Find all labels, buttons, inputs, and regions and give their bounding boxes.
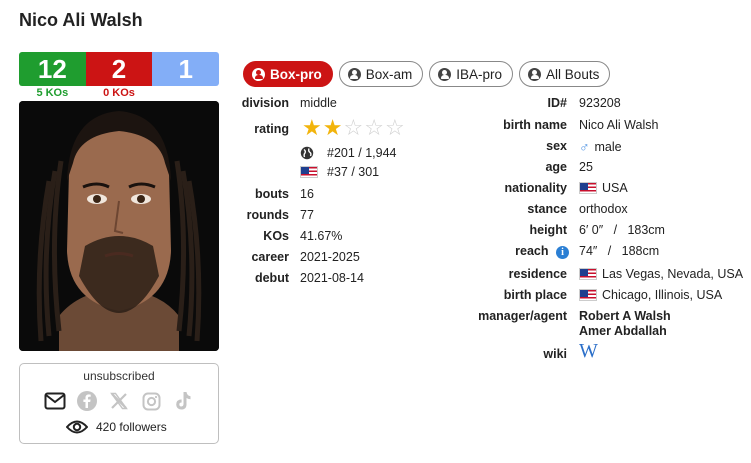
division-value: middle xyxy=(300,96,337,110)
us-flag-icon xyxy=(579,268,597,280)
reach-label: reach i xyxy=(515,244,569,259)
draws-count: 1 xyxy=(152,52,220,86)
tab-label: All Bouts xyxy=(546,66,600,82)
losses-count: 2 xyxy=(85,52,153,86)
birth-place-value: Chicago, Illinois, USA xyxy=(579,288,722,302)
height-label: height xyxy=(529,223,568,237)
birth-place-label: birth place xyxy=(503,288,567,302)
tab-label: Box-am xyxy=(365,66,413,82)
birth-name-label: birth name xyxy=(503,118,567,132)
followers-label: 420 followers xyxy=(96,420,167,434)
record-tabs: Box-pro Box-am IBA-pro All Bouts xyxy=(243,61,611,87)
sex-text: male xyxy=(594,140,622,154)
stance-value: orthodox xyxy=(579,202,628,216)
sex-label: sex xyxy=(546,139,567,153)
wikipedia-icon[interactable]: W xyxy=(579,340,598,363)
reach-value: 74″ / 188cm xyxy=(579,244,660,258)
wins-count: 12 xyxy=(19,52,86,86)
nationality-value: USA xyxy=(579,181,628,195)
star-empty-icon: ☆ xyxy=(364,115,384,140)
division-label: division xyxy=(241,96,289,110)
star-filled-icon: ★ xyxy=(322,115,343,140)
star-empty-icon: ☆ xyxy=(343,115,364,140)
male-icon: ♂ xyxy=(579,139,590,155)
sex-value: ♂ male xyxy=(579,139,622,155)
followers-count[interactable]: 420 followers xyxy=(66,420,167,434)
record-summary: 12 2 1 xyxy=(19,52,220,86)
nationality-label: nationality xyxy=(504,181,567,195)
us-flag-icon xyxy=(579,182,597,194)
user-icon xyxy=(528,67,542,81)
career-value: 2021-2025 xyxy=(300,250,360,264)
stance-label: stance xyxy=(527,202,567,216)
kos-label: KOs xyxy=(263,229,289,243)
us-rank: #37 / 301 xyxy=(300,165,379,179)
kos-value: 41.67% xyxy=(300,229,343,243)
debut-value: 2021-08-14 xyxy=(300,271,364,285)
tab-iba-pro[interactable]: IBA-pro xyxy=(429,61,514,87)
age-label: age xyxy=(545,160,567,174)
birth-place-text: Chicago, Illinois, USA xyxy=(602,288,723,302)
win-kos: 5 KOs xyxy=(36,87,69,99)
user-icon xyxy=(347,67,361,81)
globe-icon xyxy=(300,146,314,160)
height-value: 6′ 0″ / 183cm xyxy=(579,223,665,237)
envelope-icon[interactable] xyxy=(44,390,66,412)
instagram-icon[interactable] xyxy=(140,390,162,412)
nationality-text: USA xyxy=(602,181,628,195)
bouts-label: bouts xyxy=(254,187,289,201)
facebook-icon[interactable] xyxy=(76,390,98,412)
us-flag-icon xyxy=(579,289,597,301)
user-icon xyxy=(252,67,265,81)
residence-text: Las Vegas, Nevada, USA xyxy=(602,267,744,281)
subscription-box: unsubscribed 420 followers xyxy=(19,363,219,444)
x-twitter-icon[interactable] xyxy=(108,390,130,412)
manager-2[interactable]: Amer Abdallah xyxy=(579,324,667,338)
ko-summary: 5 KOs 0 KOs xyxy=(19,87,219,99)
residence-label: residence xyxy=(508,267,567,281)
age-value: 25 xyxy=(579,160,593,174)
us-rank-value: #37 / 301 xyxy=(327,165,380,179)
us-flag-icon xyxy=(300,166,318,178)
info-icon[interactable]: i xyxy=(556,246,569,259)
rounds-value: 77 xyxy=(300,208,314,222)
rounds-label: rounds xyxy=(246,208,289,222)
career-label: career xyxy=(251,250,289,264)
world-rank-value: #201 / 1,944 xyxy=(327,146,397,160)
social-links xyxy=(44,390,194,412)
user-icon xyxy=(438,67,452,81)
id-value: 923208 xyxy=(579,96,621,110)
manager-label: manager/agent xyxy=(478,309,567,323)
rating-label: rating xyxy=(254,122,289,136)
star-empty-icon: ☆ xyxy=(384,115,405,140)
eye-icon xyxy=(66,420,88,434)
id-label: ID# xyxy=(547,96,567,110)
loss-kos: 0 KOs xyxy=(103,87,135,99)
bouts-value: 16 xyxy=(300,187,314,201)
draw-kos-empty xyxy=(152,87,219,99)
tab-label: Box-pro xyxy=(270,66,322,82)
residence-value: Las Vegas, Nevada, USA xyxy=(579,267,743,281)
tab-label: IBA-pro xyxy=(456,66,503,82)
tab-box-pro[interactable]: Box-pro xyxy=(243,61,333,87)
star-filled-icon: ★ xyxy=(302,115,322,140)
boxer-name: Nico Ali Walsh xyxy=(19,10,143,30)
tiktok-icon[interactable] xyxy=(172,390,194,412)
rating-stars: ★ ★ ☆ ☆ ☆ xyxy=(302,117,405,139)
debut-label: debut xyxy=(254,271,289,285)
world-rank: #201 / 1,944 xyxy=(300,146,397,160)
subscription-status: unsubscribed xyxy=(83,369,155,383)
boxer-photo xyxy=(19,101,219,351)
birth-name-value: Nico Ali Walsh xyxy=(579,118,659,132)
wiki-label: wiki xyxy=(543,347,567,361)
tab-box-am[interactable]: Box-am xyxy=(338,61,424,87)
reach-label-text: reach xyxy=(515,244,549,258)
tab-all-bouts[interactable]: All Bouts xyxy=(519,61,611,87)
manager-1[interactable]: Robert A Walsh xyxy=(579,309,671,323)
